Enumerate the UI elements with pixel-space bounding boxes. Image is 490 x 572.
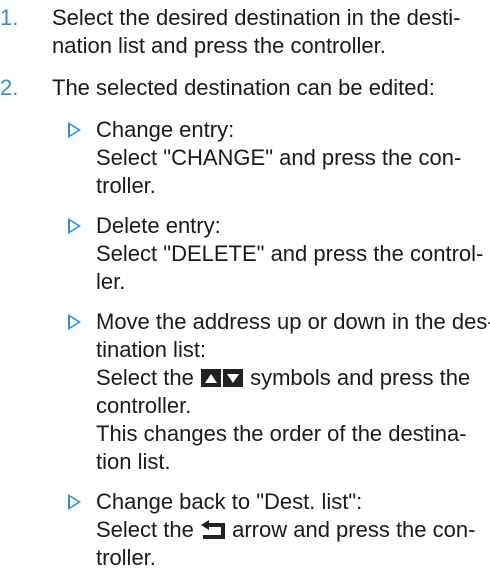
step-number: 1. (0, 5, 19, 30)
triangle-bullet-icon (68, 494, 81, 510)
triangle-bullet-icon (68, 218, 81, 234)
text-line: Change back to "Dest. list": (96, 489, 363, 514)
step-text: Select the desired destination in the de… (52, 4, 480, 60)
text-line: tion list. (96, 449, 171, 474)
up-down-arrow-symbols-icon (200, 369, 243, 387)
sub-item-delete-entry: Delete entry: Select "DELETE" and press … (68, 212, 486, 296)
text-line: tination list: (96, 337, 207, 362)
text-line: troller. (96, 173, 156, 198)
text-line: Delete entry: (96, 213, 221, 238)
text-line: Select the desired destination in the de… (52, 5, 461, 30)
icon-text-line: Select the arrow and press the con- (96, 516, 486, 544)
text-before-icon: Select the (96, 365, 194, 390)
text-line: Change entry: (96, 117, 235, 142)
triangle-bullet-icon (68, 122, 81, 138)
step-number: 2. (0, 75, 19, 100)
text-after-icon: symbols and press the (250, 365, 471, 390)
sub-item-change-back: Change back to "Dest. list": Select the … (68, 488, 486, 572)
text-after-icon: arrow and press the con- (232, 517, 476, 542)
icon-text-line: Select the symbols and press the (96, 364, 486, 392)
step-1: 1. Select the desired destination in the… (0, 4, 480, 60)
text-line: troller. (96, 545, 156, 570)
text-line: Select "DELETE" and press the control- (96, 241, 484, 266)
back-arrow-icon (200, 520, 225, 539)
text-line: Move the address up or down in the des- (96, 309, 490, 334)
step-2: 2. The selected destination can be edite… (0, 74, 480, 102)
text-line: The selected destination can be edited: (52, 75, 435, 100)
text-line: controller. (96, 393, 192, 418)
step-text: The selected destination can be edited: (52, 74, 480, 102)
text-line: nation list and press the controller. (52, 33, 386, 58)
text-line: ler. (96, 269, 126, 294)
text-line: Select "CHANGE" and press the con- (96, 145, 462, 170)
text-before-icon: Select the (96, 517, 194, 542)
triangle-bullet-icon (68, 314, 81, 330)
sub-item-change-entry: Change entry: Select "CHANGE" and press … (68, 116, 486, 200)
sub-item-move-address: Move the address up or down in the des- … (68, 308, 490, 476)
text-line: This changes the order of the destina- (96, 421, 467, 446)
